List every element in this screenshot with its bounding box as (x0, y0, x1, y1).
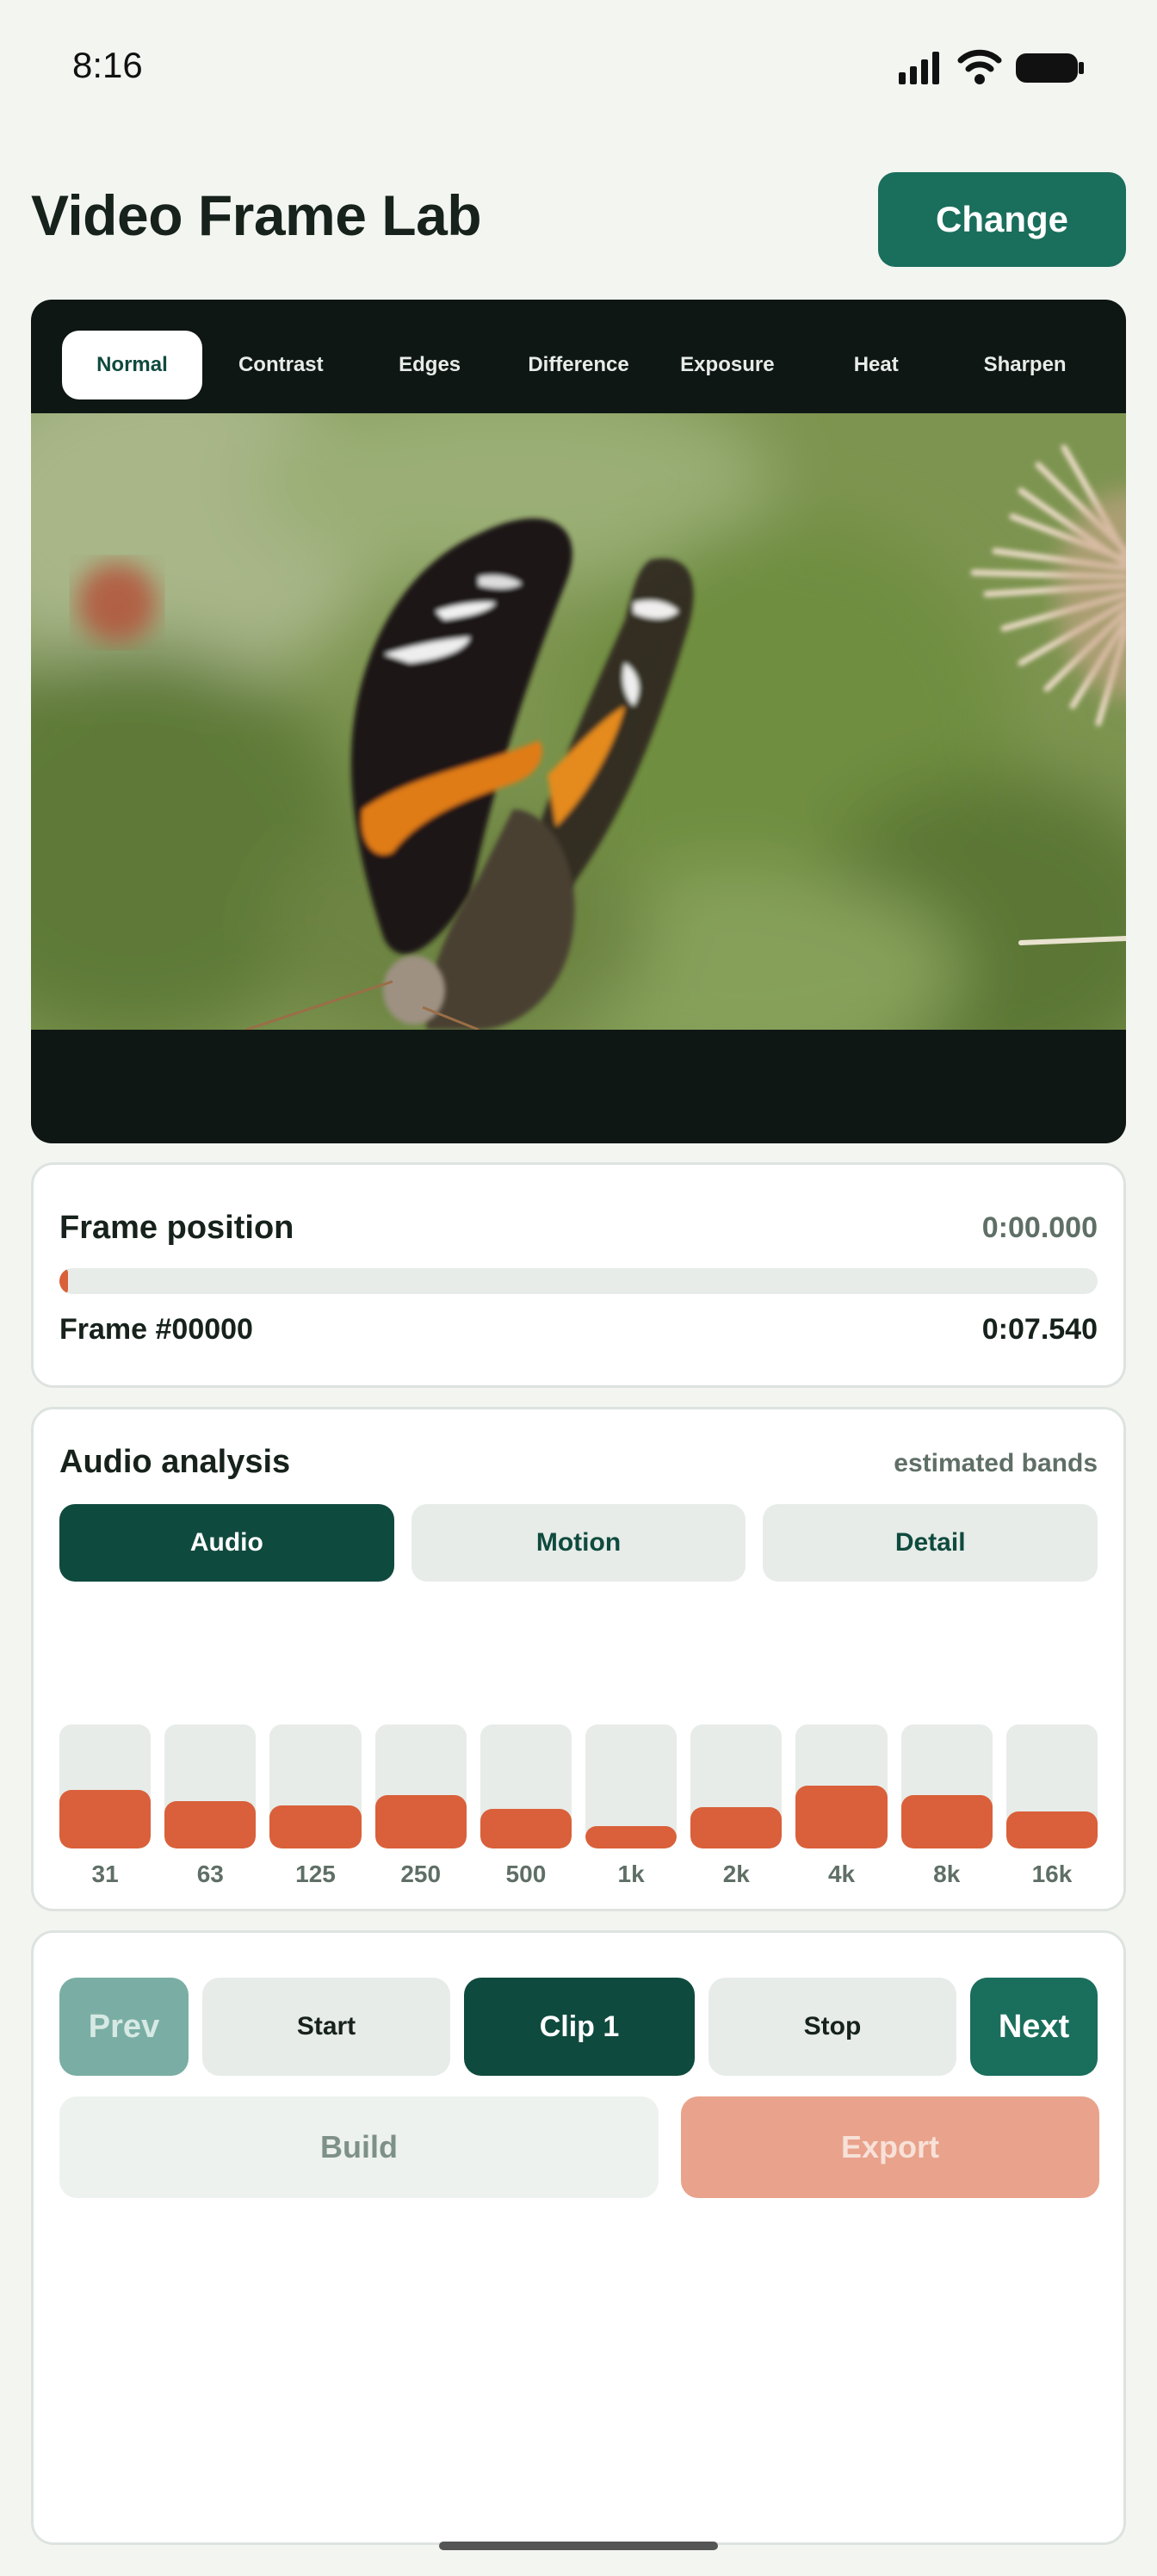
band-level (1005, 1811, 1098, 1848)
current-time: 0:00.000 (981, 1211, 1098, 1244)
build-button[interactable]: Build (59, 2096, 659, 2198)
band-track (164, 1725, 257, 1848)
band-track (1005, 1725, 1098, 1848)
band-track (585, 1725, 677, 1848)
band-label: 31 (91, 1861, 119, 1887)
band-level (164, 1801, 257, 1848)
analysis-mode-tabs: Audio Motion Detail (59, 1504, 1098, 1582)
band-16k: 16k (1005, 1725, 1098, 1897)
frame-scrubber[interactable] (59, 1268, 1098, 1294)
video-duration: 0:07.540 (981, 1313, 1098, 1346)
band-track (900, 1725, 993, 1848)
band-track (374, 1725, 467, 1848)
signal-icon (899, 52, 939, 84)
stop-button[interactable]: Stop (708, 1978, 956, 2076)
band-1k: 1k (585, 1725, 677, 1897)
band-label: 125 (295, 1861, 336, 1887)
battery-icon (1016, 53, 1084, 83)
filter-tab-normal[interactable]: Normal (62, 331, 202, 399)
frame-number: Frame #00000 (59, 1313, 253, 1346)
filter-tab-edges[interactable]: Edges (360, 331, 500, 399)
prev-button[interactable]: Prev (59, 1978, 189, 2076)
controls-card: Prev Start Clip 1 Stop Next Build Export (31, 1930, 1126, 2545)
band-track (269, 1725, 362, 1848)
status-icons (899, 48, 1085, 86)
band-label: 250 (400, 1861, 442, 1887)
band-track (690, 1725, 783, 1848)
filter-tab-heat[interactable]: Heat (806, 331, 946, 399)
band-8k: 8k (900, 1725, 993, 1897)
band-label: 1k (617, 1861, 645, 1887)
band-label: 8k (933, 1861, 961, 1887)
change-video-button[interactable]: Change (878, 172, 1126, 267)
next-button[interactable]: Next (970, 1978, 1098, 2076)
band-label: 2k (722, 1861, 750, 1887)
band-125: 125 (269, 1725, 362, 1897)
mode-tab-detail[interactable]: Detail (763, 1504, 1098, 1582)
frame-position-title: Frame position (59, 1210, 294, 1246)
band-250: 250 (374, 1725, 467, 1897)
audio-analysis-title: Audio analysis (59, 1444, 291, 1480)
frame-scrubber-fill (59, 1268, 68, 1294)
band-label: 500 (505, 1861, 547, 1887)
clip-controls: Prev Start Clip 1 Stop Next (59, 1978, 1098, 2076)
status-time: 8:16 (72, 45, 143, 85)
band-level (59, 1790, 152, 1848)
band-label: 16k (1031, 1861, 1073, 1887)
home-indicator (439, 2542, 718, 2550)
band-level (585, 1826, 677, 1848)
band-label: 4k (827, 1861, 856, 1887)
band-500: 500 (480, 1725, 572, 1897)
video-viewer: Normal Contrast Edges Difference Exposure Hea… (31, 300, 1126, 1143)
band-level (795, 1785, 888, 1848)
band-level (690, 1807, 783, 1848)
filter-tab-contrast[interactable]: Contrast (211, 331, 351, 399)
wifi-icon (957, 49, 1002, 84)
start-button[interactable]: Start (202, 1978, 450, 2076)
estimated-bands-note: estimated bands (894, 1449, 1098, 1477)
band-level (480, 1808, 572, 1848)
band-4k: 4k (795, 1725, 888, 1897)
band-label: 63 (196, 1861, 224, 1887)
mode-tab-motion[interactable]: Motion (411, 1504, 746, 1582)
band-2k: 2k (690, 1725, 783, 1897)
band-level (374, 1795, 467, 1848)
band-63: 63 (164, 1725, 257, 1897)
mode-tab-audio[interactable]: Audio (59, 1504, 394, 1582)
filter-tabs: Normal Contrast Edges Difference Exposure Hea… (62, 331, 1095, 399)
band-track (480, 1725, 572, 1848)
export-button[interactable]: Export (681, 2096, 1099, 2198)
band-31: 31 (59, 1725, 152, 1897)
page-title: Video Frame Lab (31, 183, 482, 247)
band-level (900, 1795, 993, 1848)
video-frame[interactable] (31, 413, 1126, 1030)
clip-button[interactable]: Clip 1 (464, 1978, 695, 2076)
filter-tab-exposure[interactable]: Exposure (657, 331, 797, 399)
filter-tab-sharpen[interactable]: Sharpen (955, 331, 1095, 399)
band-track (59, 1725, 152, 1848)
filter-tab-difference[interactable]: Difference (509, 331, 649, 399)
band-meter: 31 63 125 250 500 1k 2k 4k 8k 16k (59, 1725, 1098, 1897)
frame-position-card: Frame position 0:00.000 Frame #00000 0:0… (31, 1162, 1126, 1388)
band-track (795, 1725, 888, 1848)
audio-analysis-card: Audio analysis estimated bands Audio Moti… (31, 1407, 1126, 1911)
band-level (269, 1805, 362, 1848)
